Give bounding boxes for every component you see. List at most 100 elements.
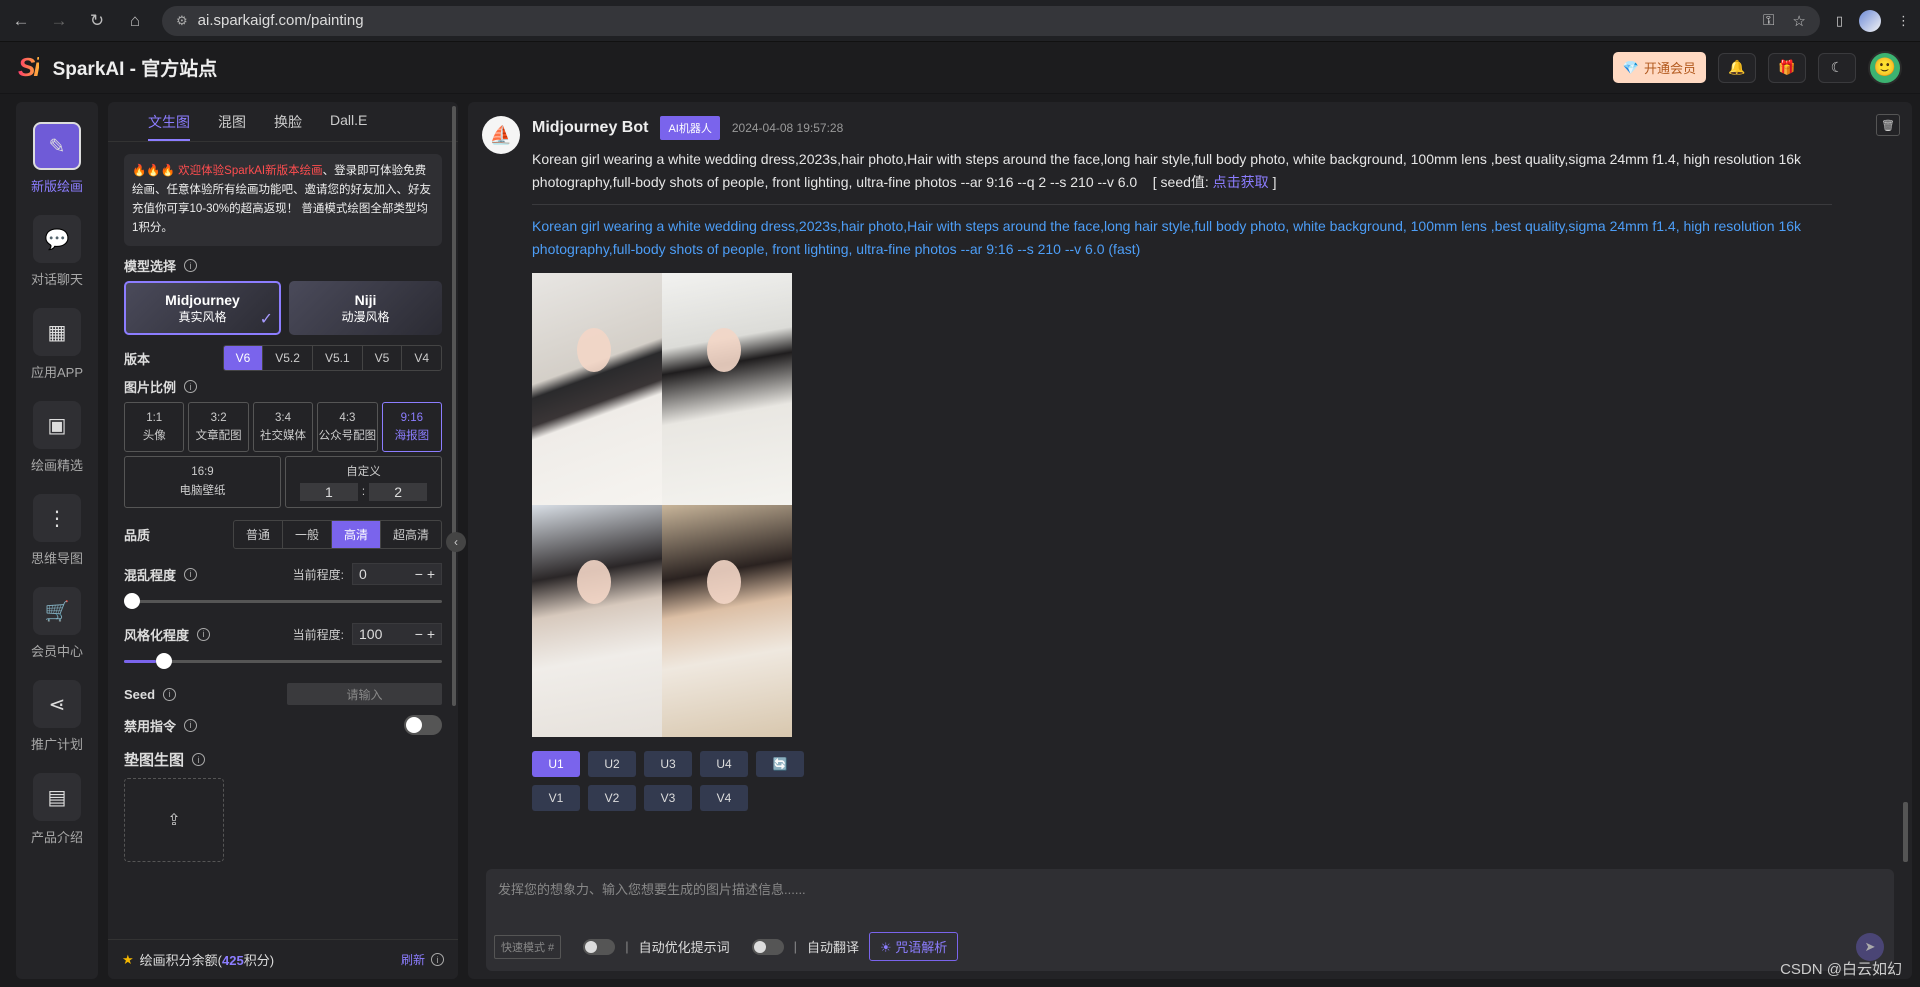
info-icon[interactable]: i [184,259,198,272]
variation-v3-button[interactable]: V3 [644,785,692,811]
gift-icon[interactable]: 🎁 [1768,52,1806,83]
home-icon[interactable]: ⌂ [124,11,146,31]
forward-icon[interactable]: → [48,11,70,31]
prompt-input[interactable]: 发挥您的想象力、输入您想要生成的图片描述信息...... 快速模式 # | 自动… [486,869,1894,971]
chat-content: ‹ 🗑 ⛵ Midjourney Bot AI机器人 2024-04-08 19… [446,102,1912,979]
upload-area[interactable]: ⇪ [124,778,224,862]
tab-blend[interactable]: 混图 [218,112,246,141]
info-icon[interactable]: i [163,687,177,701]
auto-translate-toggle[interactable] [751,938,784,955]
browser-toolbar: ← → ↻ ⌂ ⚙ ai.sparkaigf.com/painting ⚿ ☆ ▯… [0,0,1920,42]
quality-normal[interactable]: 普通 [234,521,283,548]
info-icon[interactable]: i [184,380,198,393]
key-icon[interactable]: ⚿ [1763,12,1774,30]
address-bar[interactable]: ⚙ ai.sparkaigf.com/painting ⚿ ☆ [162,5,1820,36]
vip-button[interactable]: 💎 开通会员 [1612,52,1706,83]
slider-knob[interactable] [124,593,140,609]
spell-parse-button[interactable]: ☀ 咒语解析 [869,932,959,961]
info-icon[interactable]: i [184,718,198,732]
back-icon[interactable]: ← [10,11,32,31]
model-niji[interactable]: Niji 动漫风格 [289,281,442,335]
quality-uhd[interactable]: 超高清 [381,521,441,548]
sidepanel-icon[interactable]: ▯ [1836,13,1843,29]
result-image-4[interactable] [662,505,792,737]
nav-item-0[interactable]: ✎ 新版绘画 [17,122,97,195]
chaos-slider[interactable] [124,593,442,609]
seed-input[interactable]: 请输入 [287,683,442,705]
upscale-u2-button[interactable]: U2 [588,751,636,777]
ratio-4-3[interactable]: 4:3 公众号配图 [317,402,378,452]
ratio-1-1[interactable]: 1:1 头像 [124,402,185,452]
version-v52[interactable]: V5.2 [263,346,313,370]
nav-item-7[interactable]: ▤ 产品介绍 [17,773,97,846]
panel-scrollbar[interactable] [452,106,456,706]
custom-height-input[interactable]: 2 [369,483,428,501]
ratio-16-9[interactable]: 16:9 电脑壁纸 [124,456,281,508]
info-icon[interactable]: i [197,627,211,641]
nav-item-4[interactable]: ⋮ 思维导图 [17,494,97,567]
upscale-u4-button[interactable]: U4 [700,751,748,777]
ratio-3-4[interactable]: 3:4 社交媒体 [252,402,314,452]
tab-dalle[interactable]: Dall.E [330,112,367,141]
upscale-u3-button[interactable]: U3 [644,751,692,777]
result-image-1[interactable] [532,273,662,505]
credits-footer: ★ 绘画积分余额(425积分) 刷新 i [108,939,458,979]
collapse-panel-icon[interactable]: ‹ [446,532,466,552]
quality-medium[interactable]: 一般 [283,521,332,548]
bookmark-star-icon[interactable]: ☆ [1792,12,1805,30]
variation-v2-button[interactable]: V2 [588,785,636,811]
version-v5[interactable]: V5 [363,346,403,370]
stylize-value: 100 [359,626,383,642]
nav-item-5[interactable]: 🛒 会员中心 [17,587,97,660]
ratio-custom[interactable]: 自定义 1:2 [285,456,442,508]
version-v51[interactable]: V5.1 [313,346,363,370]
send-icon[interactable]: ➤ [1856,933,1884,961]
result-image-2[interactable] [662,273,792,505]
info-icon[interactable]: i [184,567,198,581]
version-v6[interactable]: V6 [223,346,264,370]
tab-faceswap[interactable]: 换脸 [274,112,302,141]
user-avatar[interactable]: 🙂 [1868,50,1902,85]
info-icon[interactable]: i [192,753,206,766]
ratio-9-16[interactable]: 9:16 海报图 [381,402,443,452]
seed-label: Seed [124,686,156,702]
slider-knob[interactable] [155,653,172,669]
auto-optimize-toggle[interactable] [583,938,616,955]
site-info-icon[interactable]: ⚙ [176,13,188,29]
profile-avatar[interactable] [1859,9,1881,32]
tab-text2img[interactable]: 文生图 [148,112,190,141]
content-scrollbar[interactable] [1903,802,1908,862]
sparkai-logo[interactable]: Si [18,52,41,83]
reload-icon[interactable]: ↻ [86,11,108,31]
minus-plus-icon[interactable]: − + [415,626,435,642]
painting-settings-panel: 文生图 混图 换脸 Dall.E 🔥🔥🔥 欢迎体验SparkAI新版本绘画、登录… [108,102,458,979]
noprompt-toggle[interactable] [404,715,442,735]
variation-v4-button[interactable]: V4 [700,785,748,811]
menu-kebab-icon[interactable]: ⋮ [1897,13,1910,29]
trash-icon[interactable]: 🗑 [1876,114,1900,136]
version-v4[interactable]: V4 [402,346,441,370]
upscale-u1-button[interactable]: U1 [532,751,580,777]
variation-v1-button[interactable]: V1 [532,785,580,811]
reroll-icon[interactable]: 🔄 [756,751,804,777]
minus-plus-icon[interactable]: − + [415,566,435,582]
quality-hd[interactable]: 高清 [331,521,381,548]
result-image-3[interactable] [532,505,662,737]
nav-item-3[interactable]: ▣ 绘画精选 [17,401,97,474]
nav-label: 绘画精选 [30,458,83,473]
chaos-stepper[interactable]: 0 − + [352,563,442,585]
model-midjourney[interactable]: Midjourney 真实风格 ✓ [124,281,281,335]
seed-link[interactable]: 点击获取 [1213,174,1269,190]
stylize-stepper[interactable]: 100 − + [352,623,442,645]
nav-item-1[interactable]: 💬 对话聊天 [17,215,97,288]
ratio-3-2[interactable]: 3:2 文章配图 [188,402,249,452]
nav-item-2[interactable]: ▦ 应用APP [17,308,97,381]
nav-item-6[interactable]: ⋖ 推广计划 [17,680,97,753]
info-icon[interactable]: i [431,953,444,966]
custom-width-input[interactable]: 1 [299,483,358,501]
bell-icon[interactable]: 🔔 [1718,52,1756,83]
stylize-slider[interactable] [124,653,442,669]
moon-icon[interactable]: ☾ [1818,52,1856,83]
refresh-link[interactable]: 刷新 [401,951,425,968]
quick-mode-tag[interactable]: 快速模式 # [494,934,562,959]
